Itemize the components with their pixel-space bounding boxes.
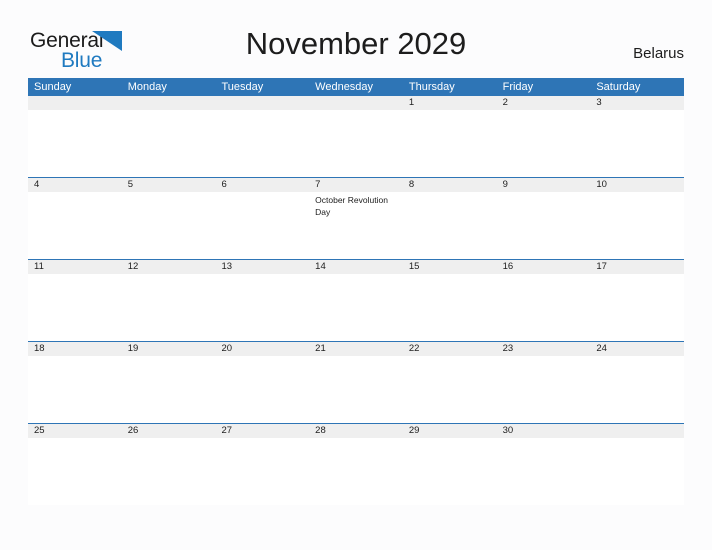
week-date-band: 4 5 6 7 8 9 10 (28, 178, 684, 192)
day-number[interactable] (309, 96, 403, 110)
country-label: Belarus (633, 45, 684, 62)
day-number[interactable]: 8 (403, 178, 497, 192)
day-number[interactable]: 3 (590, 96, 684, 110)
day-number[interactable] (215, 96, 309, 110)
day-number[interactable]: 16 (497, 260, 591, 274)
day-event[interactable] (309, 110, 403, 177)
page-title: November 2029 (245, 26, 467, 61)
calendar-grid: Sunday Monday Tuesday Wednesday Thursday… (28, 78, 684, 505)
day-event[interactable] (403, 274, 497, 341)
day-event[interactable] (28, 356, 122, 423)
week-date-band: 11 12 13 14 15 16 17 (28, 260, 684, 274)
day-number[interactable]: 30 (497, 424, 591, 438)
day-number[interactable]: 15 (403, 260, 497, 274)
week-event-band: October Revolution Day (28, 192, 684, 259)
day-event[interactable] (28, 274, 122, 341)
day-event[interactable] (309, 274, 403, 341)
day-number[interactable]: 23 (497, 342, 591, 356)
week-event-band (28, 110, 684, 177)
week-date-band: 1 2 3 (28, 96, 684, 110)
day-number[interactable] (590, 424, 684, 438)
week-row: 25 26 27 28 29 30 (28, 424, 684, 505)
week-date-band: 25 26 27 28 29 30 (28, 424, 684, 438)
weekday-header-saturday: Saturday (596, 81, 641, 93)
week-event-band (28, 356, 684, 423)
day-event[interactable] (497, 192, 591, 259)
day-number[interactable]: 29 (403, 424, 497, 438)
weekday-header-sunday: Sunday (34, 81, 72, 93)
day-event[interactable] (309, 356, 403, 423)
day-event[interactable] (122, 274, 216, 341)
week-row: 4 5 6 7 8 9 10 October Revolution Day (28, 178, 684, 260)
day-number[interactable]: 24 (590, 342, 684, 356)
day-number[interactable]: 11 (28, 260, 122, 274)
day-number[interactable]: 18 (28, 342, 122, 356)
day-number[interactable]: 25 (28, 424, 122, 438)
week-row: 18 19 20 21 22 23 24 (28, 342, 684, 424)
day-number[interactable]: 6 (215, 178, 309, 192)
day-event[interactable] (215, 438, 309, 505)
day-event[interactable] (497, 356, 591, 423)
weekday-header-thursday: Thursday (408, 81, 455, 93)
day-event[interactable] (122, 356, 216, 423)
day-number[interactable]: 4 (28, 178, 122, 192)
day-number[interactable]: 20 (215, 342, 309, 356)
weekday-header-tuesday: Tuesday (221, 81, 264, 93)
day-event[interactable] (215, 274, 309, 341)
day-number[interactable]: 5 (122, 178, 216, 192)
day-number[interactable]: 10 (590, 178, 684, 192)
day-number[interactable]: 21 (309, 342, 403, 356)
day-event[interactable] (590, 110, 684, 177)
week-event-band (28, 274, 684, 341)
weekday-header-wednesday: Wednesday (315, 81, 374, 93)
page-header: General Blue November 2029 Belarus (0, 0, 712, 78)
day-event[interactable] (215, 110, 309, 177)
week-row: 11 12 13 14 15 16 17 (28, 260, 684, 342)
weekday-header-row: Sunday Monday Tuesday Wednesday Thursday… (28, 78, 684, 96)
day-event[interactable] (497, 274, 591, 341)
day-event[interactable] (590, 438, 684, 505)
day-event[interactable] (28, 192, 122, 259)
day-number[interactable]: 2 (497, 96, 591, 110)
day-number[interactable]: 14 (309, 260, 403, 274)
day-number[interactable]: 26 (122, 424, 216, 438)
day-number[interactable]: 13 (215, 260, 309, 274)
day-number[interactable]: 19 (122, 342, 216, 356)
day-number[interactable] (28, 96, 122, 110)
day-event[interactable] (215, 356, 309, 423)
day-event[interactable] (215, 192, 309, 259)
weekday-header-monday: Monday (127, 81, 167, 93)
day-event[interactable] (403, 438, 497, 505)
day-number[interactable]: 9 (497, 178, 591, 192)
day-event[interactable] (403, 192, 497, 259)
day-number[interactable]: 7 (309, 178, 403, 192)
week-date-band: 18 19 20 21 22 23 24 (28, 342, 684, 356)
day-number[interactable] (122, 96, 216, 110)
day-number[interactable]: 28 (309, 424, 403, 438)
day-event[interactable] (497, 438, 591, 505)
weekday-header-friday: Friday (502, 81, 534, 93)
week-row: 1 2 3 (28, 96, 684, 178)
day-event[interactable] (122, 192, 216, 259)
day-event[interactable] (28, 110, 122, 177)
day-number[interactable]: 12 (122, 260, 216, 274)
day-number[interactable]: 1 (403, 96, 497, 110)
day-event[interactable] (309, 438, 403, 505)
day-event-october-revolution-day[interactable]: October Revolution Day (309, 192, 403, 259)
day-number[interactable]: 17 (590, 260, 684, 274)
day-event[interactable] (403, 110, 497, 177)
day-event[interactable] (403, 356, 497, 423)
day-event[interactable] (497, 110, 591, 177)
day-event[interactable] (122, 110, 216, 177)
day-event[interactable] (122, 438, 216, 505)
day-number[interactable]: 22 (403, 342, 497, 356)
day-event[interactable] (590, 274, 684, 341)
day-number[interactable]: 27 (215, 424, 309, 438)
calendar-page: General Blue November 2029 Belarus Sunda… (0, 0, 712, 550)
day-event[interactable] (28, 438, 122, 505)
day-event[interactable] (590, 356, 684, 423)
day-event[interactable] (590, 192, 684, 259)
week-event-band (28, 438, 684, 505)
